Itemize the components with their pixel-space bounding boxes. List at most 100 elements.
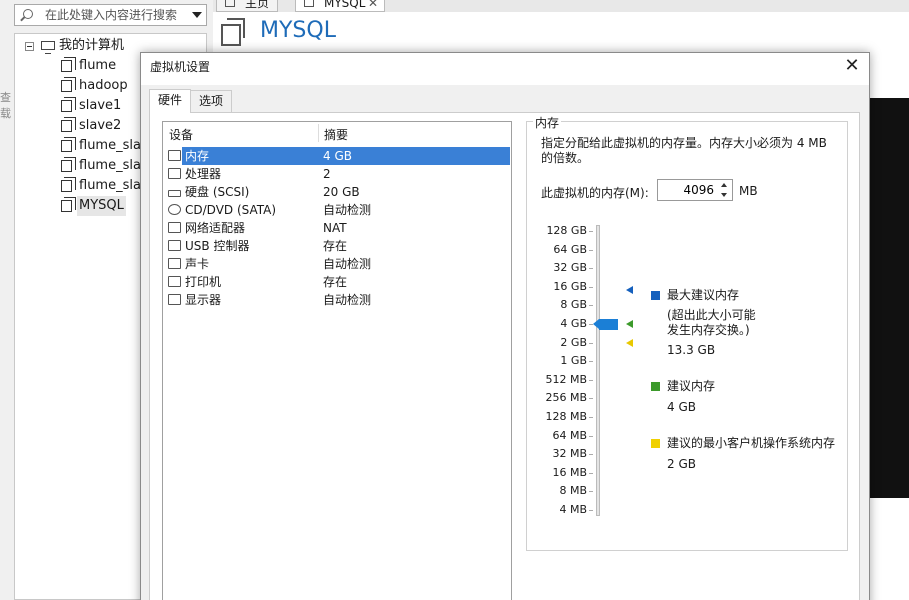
tab-hardware[interactable]: 硬件	[149, 89, 192, 113]
table-row[interactable]: 声卡 自动检测	[165, 255, 510, 273]
vm-icon	[61, 57, 76, 72]
scale-tick-mark	[589, 361, 593, 363]
table-row[interactable]: 内存 4 GB	[165, 147, 510, 165]
library-search-box[interactable]	[14, 4, 207, 26]
collapse-icon[interactable]	[25, 42, 34, 51]
memory-group-title: 内存	[533, 114, 562, 131]
scale-tick-label: 16 MB	[552, 465, 587, 479]
table-row[interactable]: USB 控制器 存在	[165, 237, 510, 255]
tab-mysql[interactable]: MYSQL ✕	[295, 0, 385, 12]
page-title: MYSQL	[260, 18, 336, 43]
max-legend-swatch	[651, 291, 660, 300]
scale-tick-label: 64 GB	[553, 242, 587, 256]
tree-root-label: 我的计算机	[59, 38, 125, 53]
table-row[interactable]: 网络适配器 NAT	[165, 219, 510, 237]
memory-group: 内存 指定分配给此虚拟机的内存量。内存大小必须为 4 MB 的倍数。 此虚拟机的…	[526, 114, 848, 551]
device-name: 内存	[185, 149, 210, 163]
vm-settings-dialog: 虚拟机设置 ✕ 硬件 选项 设备 摘要 内存 4 GB 处理器 2 硬盘 (SCSI) 2…	[140, 52, 870, 600]
table-header: 设备 摘要	[163, 122, 511, 144]
legend-rec-value: 4 GB	[667, 400, 696, 414]
network-icon	[168, 222, 181, 233]
device-summary: 自动检测	[323, 203, 372, 217]
vm-icon	[61, 117, 76, 132]
device-name: CD/DVD (SATA)	[185, 203, 277, 217]
scale-tick-mark	[589, 268, 593, 270]
tree-item-label: slave1	[79, 98, 122, 113]
scale-tick-mark	[589, 472, 593, 474]
device-name: 显示器	[185, 293, 222, 307]
tree-item-label: slave2	[79, 118, 122, 133]
memory-description: 指定分配给此虚拟机的内存量。内存大小必须为 4 MB 的倍数。	[541, 136, 827, 165]
tree-item-label: hadoop	[79, 78, 128, 93]
tab-label: MYSQL	[324, 0, 366, 10]
usb-icon	[168, 240, 181, 251]
cd-icon	[168, 204, 181, 215]
min-marker-icon	[626, 338, 633, 347]
legend-max-note-2: 发生内存交换。)	[667, 323, 750, 337]
table-row[interactable]: 硬盘 (SCSI) 20 GB	[165, 183, 510, 201]
scale-tick-label: 2 GB	[560, 335, 587, 349]
device-summary: 存在	[323, 275, 348, 289]
device-name: 硬盘 (SCSI)	[185, 185, 250, 199]
device-name: 网络适配器	[185, 221, 246, 235]
sound-icon	[168, 258, 181, 269]
memory-label: 此虚拟机的内存(M):	[541, 186, 649, 200]
cpu-icon	[168, 168, 181, 179]
scale-tick-mark	[589, 491, 593, 493]
search-input[interactable]	[45, 7, 185, 23]
dialog-body: 硬件 选项 设备 摘要 内存 4 GB 处理器 2 硬盘 (SCSI) 20 GB CD/D…	[141, 85, 869, 600]
rec-marker-icon	[626, 320, 633, 328]
column-header-summary[interactable]: 摘要	[324, 126, 348, 143]
device-table[interactable]: 设备 摘要 内存 4 GB 处理器 2 硬盘 (SCSI) 20 GB CD/DVD (SA…	[162, 121, 512, 600]
vm-icon	[61, 137, 76, 152]
device-summary: 2	[323, 167, 331, 181]
memory-slider-thumb[interactable]	[593, 319, 618, 330]
device-name: USB 控制器	[185, 239, 250, 253]
tab-home[interactable]: 主页	[216, 0, 278, 12]
close-button[interactable]: ✕	[841, 55, 863, 77]
computer-icon	[41, 41, 55, 54]
table-row[interactable]: 处理器 2	[165, 165, 510, 183]
hardware-panel: 设备 摘要 内存 4 GB 处理器 2 硬盘 (SCSI) 20 GB CD/DVD (SA…	[149, 112, 860, 600]
spin-up-icon[interactable]	[718, 180, 731, 190]
scale-tick-mark	[589, 435, 593, 437]
scale-tick-mark	[589, 305, 593, 307]
table-row[interactable]: CD/DVD (SATA) 自动检测	[165, 201, 510, 219]
chevron-down-icon[interactable]	[192, 12, 202, 18]
scale-tick-label: 32 GB	[553, 261, 587, 275]
memory-unit: MB	[739, 184, 758, 198]
memory-slider-track[interactable]	[596, 225, 600, 516]
max-marker-icon	[626, 285, 633, 294]
device-summary: 存在	[323, 239, 348, 253]
legend-max-title: 最大建议内存	[667, 288, 740, 302]
scale-tick-mark	[589, 417, 593, 418]
side-text: 查 载	[0, 90, 11, 122]
table-row[interactable]: 打印机 存在	[165, 273, 510, 291]
memory-input[interactable]	[660, 182, 714, 198]
scale-tick-label: 8 MB	[559, 484, 587, 498]
scale-tick-label: 8 GB	[560, 298, 587, 312]
table-row[interactable]: 显示器 自动检测	[165, 291, 510, 309]
spin-down-icon[interactable]	[718, 190, 731, 200]
device-summary: 20 GB	[323, 185, 360, 199]
vm-icon	[61, 77, 76, 92]
display-icon	[168, 294, 181, 305]
vm-screen-preview[interactable]	[868, 98, 909, 498]
min-legend-swatch	[651, 439, 660, 448]
scale-tick-label: 4 MB	[559, 503, 587, 516]
scale-tick-mark	[589, 454, 593, 456]
memory-spinbox[interactable]	[657, 179, 733, 201]
column-header-device[interactable]: 设备	[169, 126, 193, 143]
scale-tick-label: 512 MB	[545, 372, 587, 386]
scale-tick-label: 64 MB	[552, 428, 587, 442]
rec-legend-swatch	[651, 382, 660, 391]
tree-item-label: flume	[79, 58, 117, 73]
device-summary: 4 GB	[323, 149, 352, 163]
scale-tick-mark	[589, 342, 593, 344]
vm-icon	[61, 97, 76, 112]
tab-label: 硬件	[158, 93, 183, 107]
vm-icon	[221, 18, 245, 46]
legend-min-title: 建议的最小客户机操作系统内存	[667, 436, 836, 450]
tab-options[interactable]: 选项	[190, 90, 233, 112]
printer-icon	[168, 276, 181, 287]
